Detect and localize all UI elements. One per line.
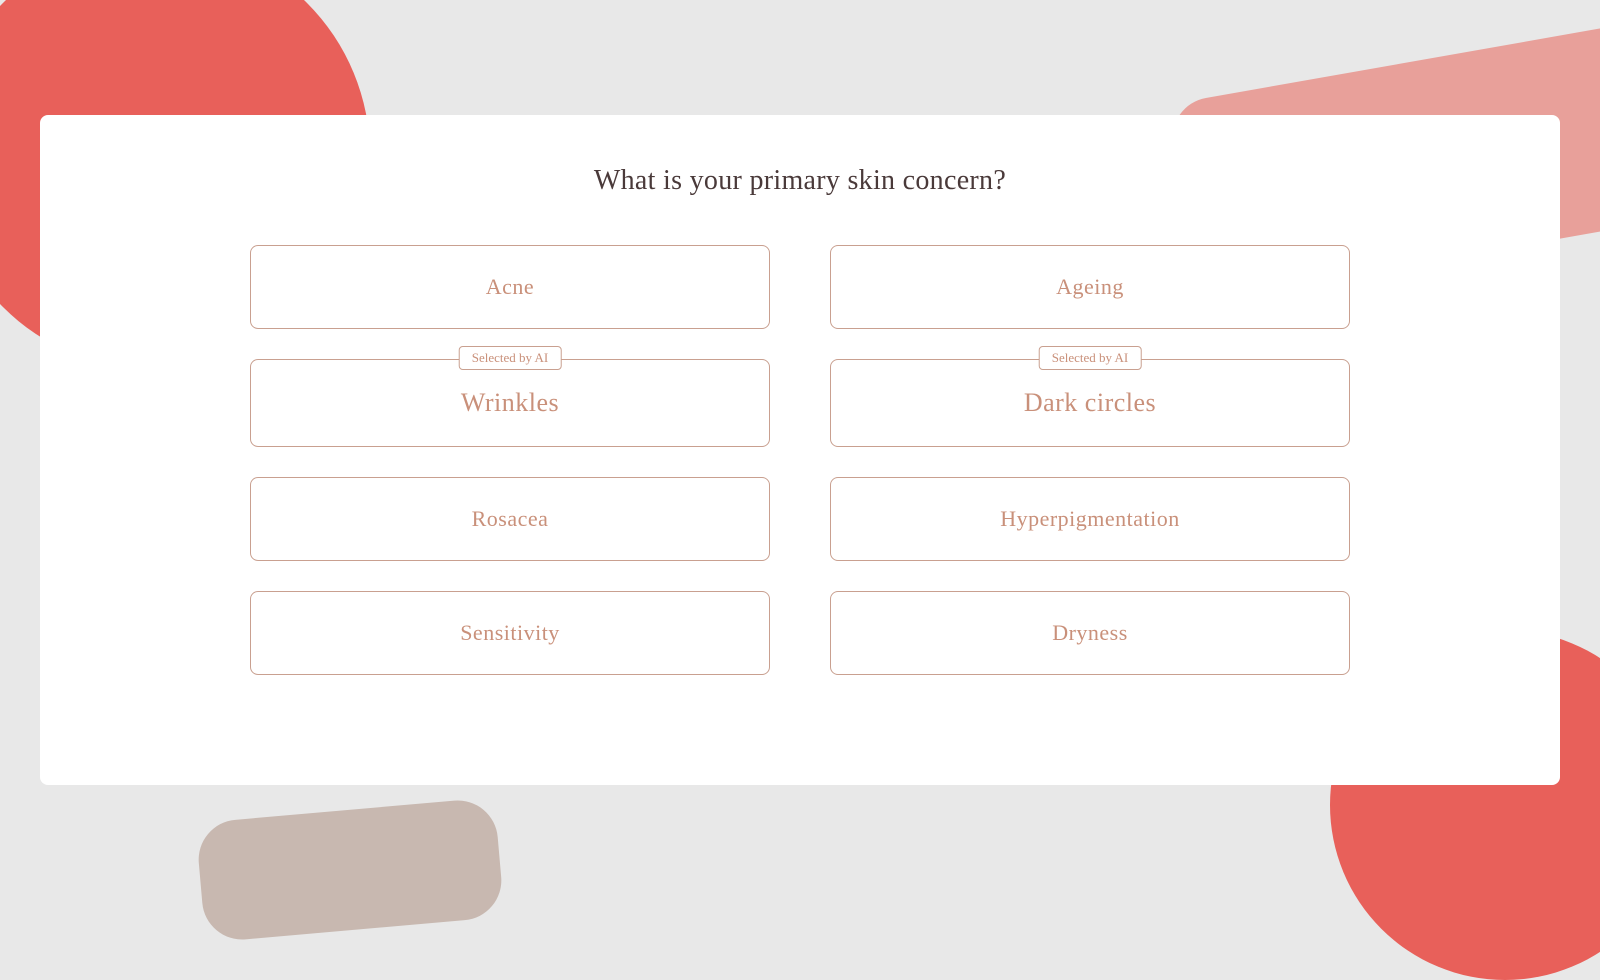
option-sensitivity[interactable]: Sensitivity xyxy=(250,591,770,675)
bg-decoration-bottom-left xyxy=(195,797,504,943)
ai-badge-dark-circles: Selected by AI xyxy=(1039,346,1142,370)
option-wrinkles-label: Wrinkles xyxy=(461,388,559,418)
option-rosacea[interactable]: Rosacea xyxy=(250,477,770,561)
option-ageing[interactable]: Ageing xyxy=(830,245,1350,329)
page-title: What is your primary skin concern? xyxy=(594,165,1006,197)
option-acne-label: Acne xyxy=(486,274,534,300)
option-rosacea-label: Rosacea xyxy=(472,506,549,532)
ai-badge-wrinkles: Selected by AI xyxy=(459,346,562,370)
main-card: What is your primary skin concern? Acne … xyxy=(40,115,1560,785)
options-grid: Acne Ageing Selected by AI Wrinkles Sele… xyxy=(250,245,1350,675)
option-dryness[interactable]: Dryness xyxy=(830,591,1350,675)
option-hyperpigmentation-label: Hyperpigmentation xyxy=(1000,506,1180,532)
option-ageing-label: Ageing xyxy=(1056,274,1124,300)
option-dryness-label: Dryness xyxy=(1052,620,1128,646)
option-dark-circles[interactable]: Selected by AI Dark circles xyxy=(830,359,1350,447)
option-sensitivity-label: Sensitivity xyxy=(460,620,560,646)
option-acne[interactable]: Acne xyxy=(250,245,770,329)
option-dark-circles-label: Dark circles xyxy=(1024,388,1156,418)
option-wrinkles[interactable]: Selected by AI Wrinkles xyxy=(250,359,770,447)
option-hyperpigmentation[interactable]: Hyperpigmentation xyxy=(830,477,1350,561)
